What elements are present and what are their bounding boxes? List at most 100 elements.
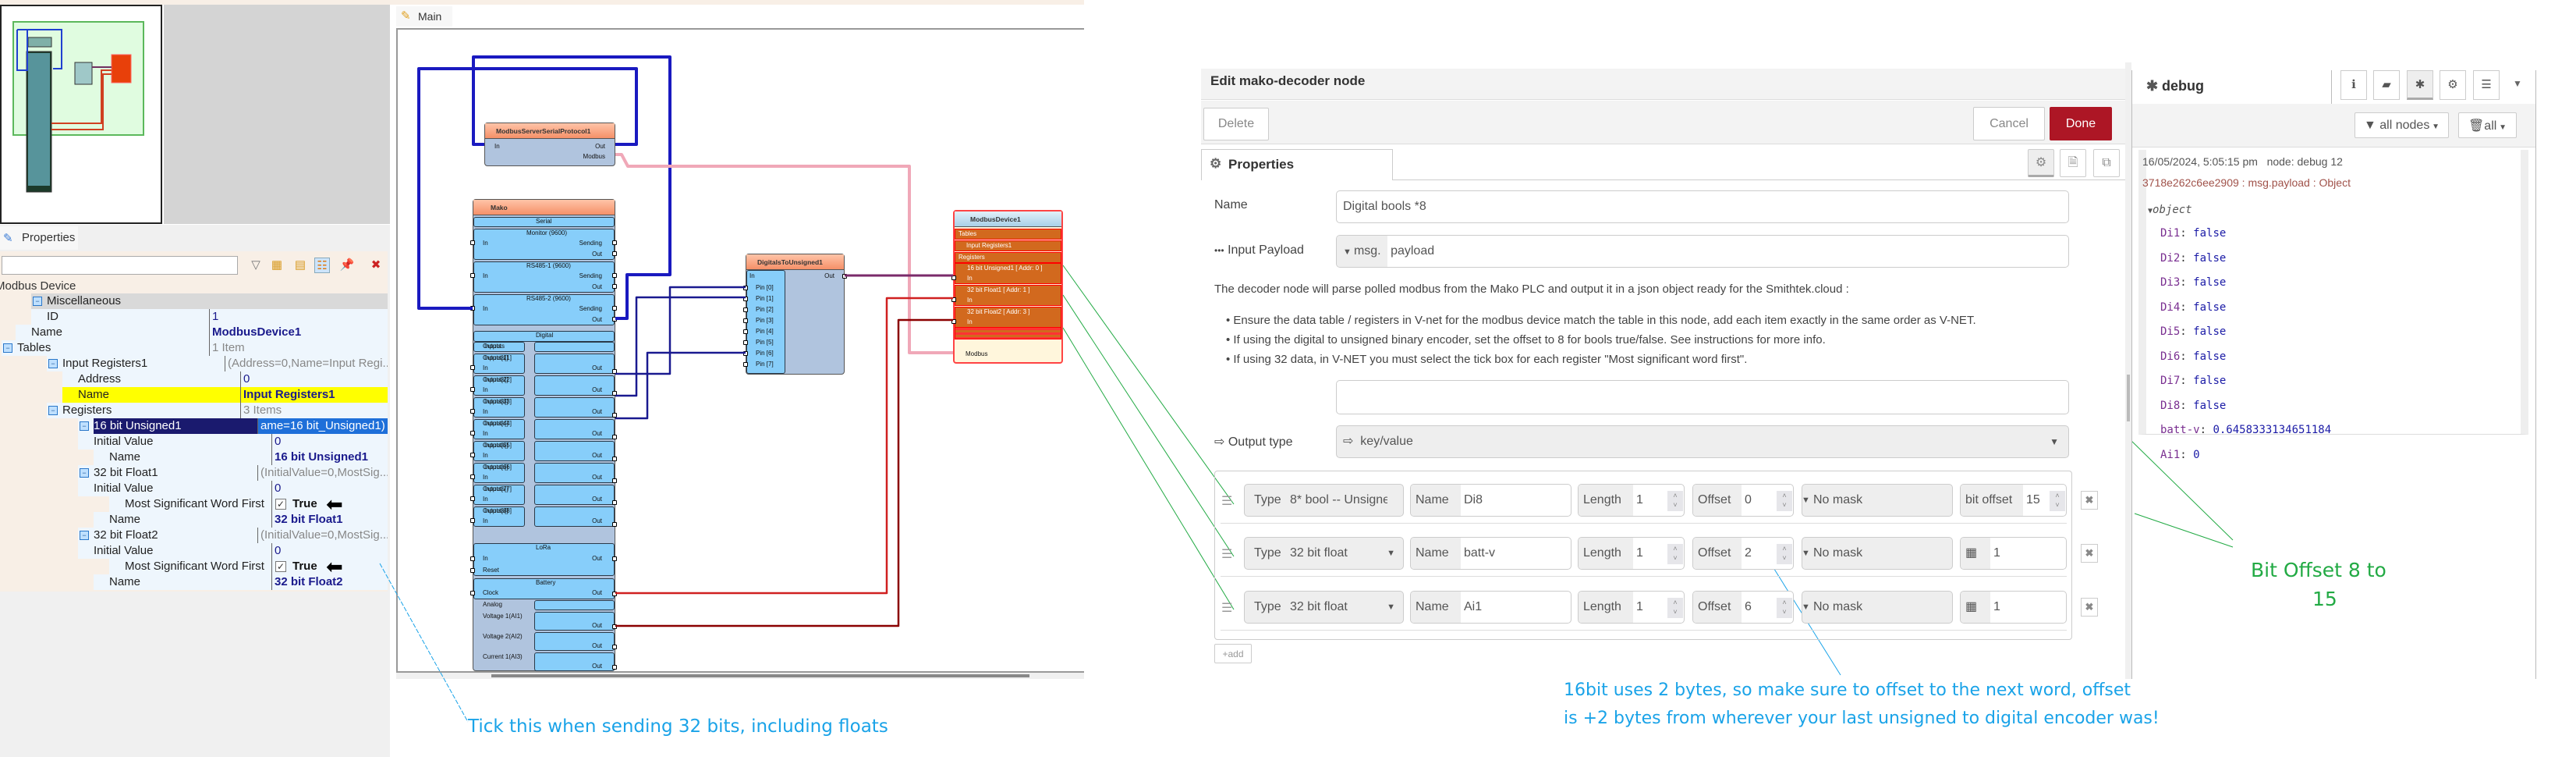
overview-minimap[interactable] [0, 5, 162, 224]
categorized-icon[interactable]: ☷ [314, 258, 330, 273]
connection-port[interactable] [612, 665, 617, 670]
collapse-all-icon[interactable]: ▤ [292, 258, 308, 273]
checkbox[interactable]: ✓ [275, 499, 286, 510]
connection-port[interactable] [743, 307, 748, 312]
connection-port[interactable] [612, 273, 617, 278]
tab-properties-editor[interactable]: ⚙ Properties [1201, 149, 1393, 180]
filter-nodes-button[interactable]: ▼ all nodes ▼ [2355, 112, 2449, 138]
connection-port[interactable] [612, 251, 617, 256]
collapse-toggle-icon[interactable]: − [80, 468, 89, 478]
connection-port[interactable] [470, 474, 475, 479]
spinner-icon[interactable]: ˄ ˅ [1667, 491, 1683, 511]
connection-port[interactable] [612, 306, 617, 311]
scrollbar-thumb[interactable] [2127, 375, 2130, 421]
connection-port[interactable] [612, 317, 617, 322]
row-length-field[interactable]: Length 1 ˄ ˅ [1578, 484, 1685, 517]
collapse-toggle-icon[interactable]: − [3, 343, 12, 353]
connection-port[interactable] [470, 387, 475, 392]
connection-port[interactable] [743, 318, 748, 323]
connection-port[interactable] [951, 319, 956, 324]
spinner-icon[interactable]: ˄ ˅ [1667, 598, 1683, 618]
node-modbus-server-serial-protocol[interactable]: ModbusServerSerialProtocol1 In Out Modbu… [484, 123, 615, 166]
connection-port[interactable] [470, 518, 475, 523]
collapse-toggle-icon[interactable]: − [48, 406, 58, 415]
connection-port[interactable] [612, 624, 617, 629]
row-name-field[interactable]: Name Ai1 [1410, 591, 1571, 624]
payload-type-select[interactable]: ▼ msg. [1337, 236, 1387, 267]
connection-port[interactable] [951, 297, 956, 302]
connection-port[interactable] [470, 306, 475, 311]
info-icon[interactable]: ℹ [2340, 70, 2367, 100]
filter-icon[interactable]: ▽ [248, 258, 264, 273]
row-extra-field[interactable]: ▦ 1 [1960, 591, 2067, 624]
object-toggle[interactable]: ▼object [2148, 204, 2192, 216]
connection-port[interactable] [612, 478, 617, 483]
row-extra-field[interactable]: ▦ 1 [1960, 537, 2067, 570]
node-digitals-to-unsigned[interactable]: DigitalsToUnsigned1 In Out Pin [0] Pin [1… [743, 254, 847, 375]
editor-scrollbar[interactable] [2125, 62, 2131, 679]
spinner-icon[interactable]: ˄ ˅ [1777, 544, 1792, 564]
connection-port[interactable] [470, 431, 475, 435]
connection-port[interactable] [612, 457, 617, 461]
spinner-icon[interactable]: ˄ ˅ [1777, 598, 1792, 618]
remove-row-button[interactable]: ✖ [2081, 544, 2098, 563]
connection-port[interactable] [612, 413, 617, 418]
node-modbus-device[interactable]: ModbusDevice1 Tables Input Registers1 Re… [951, 210, 1063, 364]
connection-port[interactable] [470, 453, 475, 457]
settings-tab-icon[interactable]: ⚙ [2028, 149, 2054, 177]
connection-port[interactable] [743, 329, 748, 334]
name-input[interactable]: Digital bools *8 [1336, 190, 2069, 223]
row-mask-field[interactable]: ▼ No mask [1802, 591, 1953, 624]
connection-port[interactable] [612, 592, 617, 596]
delete-button[interactable]: Delete [1203, 108, 1269, 140]
debug-node-name[interactable]: node: debug 12 [2267, 155, 2343, 168]
row-type-field[interactable]: Type 8* bool -- Unsigned [1244, 484, 1404, 517]
config-gear-icon[interactable]: ⚙ [2440, 70, 2466, 100]
input-payload-field[interactable]: ▼ msg. payload [1336, 235, 2069, 268]
debug-bug-icon[interactable]: ✱ [2407, 70, 2433, 100]
extra-input[interactable] [1336, 380, 2069, 414]
connection-port[interactable] [612, 556, 617, 561]
help-book-icon[interactable]: ▰ [2373, 70, 2400, 100]
remove-row-button[interactable]: ✖ [2081, 491, 2098, 510]
connection-port[interactable] [612, 391, 617, 396]
tab-properties[interactable]: ✎ Properties [0, 226, 78, 250]
output-type-select[interactable]: ⇨ key/value ▼ [1336, 425, 2069, 458]
connection-port[interactable] [470, 409, 475, 414]
scrollbar-thumb[interactable] [491, 674, 1029, 677]
tools-icon[interactable]: ✖ [368, 258, 384, 273]
connection-port[interactable] [470, 556, 475, 561]
connection-port[interactable] [612, 500, 617, 505]
node-mako[interactable]: Mako Serial Monitor (9600) In Sending Out RS4… [470, 199, 617, 671]
add-button[interactable]: +add [1214, 644, 1252, 663]
connection-port[interactable] [612, 522, 617, 527]
clear-messages-button[interactable]: 🗑all ▼ [2458, 112, 2517, 138]
drag-handle-icon[interactable]: ☰ [1221, 546, 1232, 562]
done-button[interactable]: Done [2050, 107, 2112, 140]
connection-port[interactable] [470, 273, 475, 278]
row-extra-field[interactable]: bit offset 15 ˄ ˅ [1960, 484, 2067, 517]
connection-port[interactable] [612, 284, 617, 289]
collapse-toggle-icon[interactable]: − [80, 531, 89, 540]
expand-all-icon[interactable]: ▦ [269, 258, 285, 273]
row-length-field[interactable]: Length 1 ˄ ˅ [1578, 591, 1685, 624]
connection-port[interactable] [951, 275, 956, 280]
connection-port[interactable] [470, 496, 475, 501]
description-tab-icon[interactable]: 🗎 [2060, 149, 2086, 177]
connection-port[interactable] [470, 240, 475, 245]
drag-handle-icon[interactable]: ☰ [1221, 493, 1232, 509]
debug-message[interactable] [2138, 150, 2528, 435]
connection-port[interactable] [743, 362, 748, 367]
spinner-icon[interactable]: ˄ ˅ [1667, 544, 1683, 564]
row-offset-field[interactable]: Offset 6 ˄ ˅ [1692, 591, 1794, 624]
connection-port[interactable] [743, 340, 748, 345]
remove-row-button[interactable]: ✖ [2081, 598, 2098, 617]
row-type-field[interactable]: Type 32 bit float ▼ [1244, 591, 1404, 624]
row-offset-field[interactable]: Offset 0 ˄ ˅ [1692, 484, 1794, 517]
connection-port[interactable] [612, 240, 617, 245]
drag-handle-icon[interactable]: ☰ [1221, 600, 1232, 616]
spinner-icon[interactable]: ˄ ˅ [2050, 491, 2065, 511]
row-mask-field[interactable]: ▼ No mask [1802, 484, 1953, 517]
collapse-toggle-icon[interactable]: − [48, 359, 58, 368]
checkbox[interactable]: ✓ [275, 561, 286, 572]
